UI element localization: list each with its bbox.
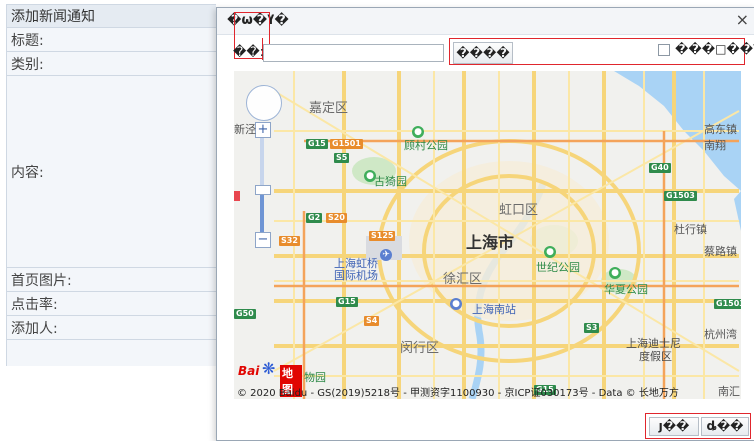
road-shield: G1503 <box>664 191 697 201</box>
station-pin-icon[interactable]: ● <box>450 298 462 310</box>
road-shield: G1501 <box>330 139 363 149</box>
map-label-disney2: 度假区 <box>639 350 672 363</box>
airport-pin-icon[interactable]: ✈ <box>380 249 392 261</box>
clicks-label: 点击率: <box>11 297 58 313</box>
road-shield: S125 <box>369 231 396 241</box>
map-label-hangzhou: 杭州湾 <box>704 328 737 341</box>
zoom-in-button[interactable]: + <box>255 122 271 138</box>
baidu-map[interactable]: + − 嘉定区 顾村公园 古猗园 虹口区 上海市 上海虹桥 国际机场 徐汇区 世… <box>234 71 741 399</box>
address-label: ��: <box>233 45 265 60</box>
news-form-panel: 添加新闻通知 标题: 类别: 内容: 首页图片: 点击率: 添加人: <box>6 4 216 366</box>
zoom-control: + − <box>255 122 271 250</box>
map-label-south-station: 上海南站 <box>472 303 516 316</box>
map-label-hongqiao2: 国际机场 <box>334 269 378 282</box>
road-shield: G15 <box>336 297 358 307</box>
road-shield: S4 <box>364 316 380 326</box>
map-label-park1: 顾村公园 <box>404 139 448 152</box>
map-label-shanghai: 上海市 <box>466 233 515 252</box>
locate-checkbox[interactable] <box>658 44 670 56</box>
map-label-xuhui: 徐汇区 <box>443 272 483 287</box>
park-pin-icon[interactable]: ● <box>412 126 424 138</box>
form-row-content: 内容: <box>7 75 216 268</box>
map-label-right1: 杜行镇 <box>674 223 707 236</box>
park-pin-icon[interactable]: ● <box>544 246 556 258</box>
road-shield: S5 <box>334 153 350 163</box>
map-label-left1: 南翔 <box>704 139 726 152</box>
road-shield: S3 <box>584 323 600 333</box>
map-label-minhang: 闵行区 <box>400 341 440 356</box>
form-row-category: 类别: <box>7 51 216 76</box>
highlight-footer-buttons <box>645 413 751 439</box>
form-row-author: 添加人: <box>7 315 216 340</box>
map-label-jiading: 嘉定区 <box>309 101 349 116</box>
park-pin-icon[interactable]: ● <box>364 170 376 182</box>
form-row-clicks: 点击率: <box>7 291 216 316</box>
map-label-wowu: 物园 <box>304 371 326 384</box>
form-row-image: 首页图片: <box>7 267 216 292</box>
map-label-gaoqiao: 高东镇 <box>704 123 737 136</box>
zoom-level-fill <box>260 190 264 232</box>
title-label: 标题: <box>11 33 44 49</box>
image-label: 首页图片: <box>11 273 72 289</box>
road-shield: S32 <box>279 236 300 246</box>
author-label: 添加人: <box>11 321 58 337</box>
dialog-titlebar[interactable]: �ѡ�ߌ� × <box>217 8 754 35</box>
close-icon[interactable]: × <box>736 11 749 29</box>
road-shield: G1503 <box>714 299 741 309</box>
park-pin-icon[interactable]: ● <box>609 267 621 279</box>
road-shield: G15 <box>306 139 328 149</box>
baidu-logo: Bai ❋ 地图 <box>238 359 302 397</box>
map-attribution: © 2020 Baidu - GS(2019)5218号 - 甲测资字11009… <box>237 388 679 399</box>
map-label-park2: 古猗园 <box>374 175 407 188</box>
map-label-caolu: 蔡路镇 <box>704 245 737 258</box>
form-row-title: 标题: <box>7 27 216 52</box>
zoom-slider-handle[interactable] <box>255 185 271 195</box>
map-label-xinjiang: 新泾 <box>234 123 256 136</box>
road-shield: S20 <box>326 213 347 223</box>
address-input[interactable] <box>263 44 444 62</box>
pan-control[interactable] <box>246 85 282 121</box>
locate-checkbox-label: ���□��ߌ <box>675 42 754 56</box>
form-title-row: 添加新闻通知 <box>7 5 216 27</box>
map-label-huaxia: 华夏公园 <box>604 283 648 296</box>
form-row-empty <box>7 339 216 366</box>
map-picker-dialog: �ѡ�ߌ� × ��: ���� ���□��ߌ <box>216 7 754 441</box>
road-shield: G50 <box>234 309 256 319</box>
road-shield: G40 <box>649 163 671 173</box>
zoom-out-button[interactable]: − <box>255 232 271 248</box>
baidu-paw-icon: ❋ <box>262 359 276 378</box>
map-label-nanhui: 南汇 <box>718 385 740 398</box>
category-label: 类别: <box>11 57 44 73</box>
form-title: 添加新闻通知 <box>11 9 95 25</box>
content-label: 内容: <box>11 165 44 181</box>
map-label-shiji: 世纪公园 <box>536 261 580 274</box>
map-label-hongkou: 虹口区 <box>499 203 539 218</box>
road-shield: G2 <box>306 213 323 223</box>
